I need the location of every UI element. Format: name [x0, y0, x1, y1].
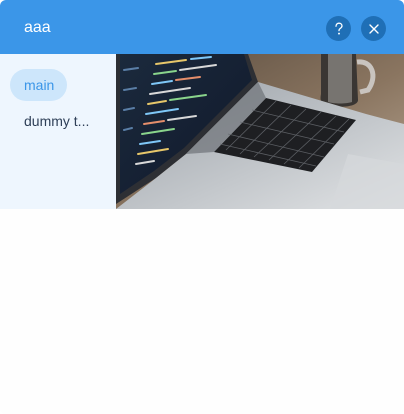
- content-area: [0, 209, 404, 414]
- close-icon: [368, 23, 379, 34]
- dialog-header: aaa: [0, 0, 404, 54]
- help-button[interactable]: [326, 16, 351, 41]
- question-mark-icon: [334, 22, 343, 35]
- sidebar-item-main[interactable]: main: [10, 69, 67, 101]
- sidebar: main dummy t...: [0, 54, 116, 209]
- dialog-panel: aaa main dummy t...: [0, 0, 404, 414]
- close-button[interactable]: [361, 16, 386, 41]
- dialog-title: aaa: [24, 19, 51, 36]
- sidebar-item-dummy[interactable]: dummy t...: [10, 105, 102, 137]
- laptop-photo: [116, 54, 404, 209]
- laptop-code-image: [116, 54, 404, 209]
